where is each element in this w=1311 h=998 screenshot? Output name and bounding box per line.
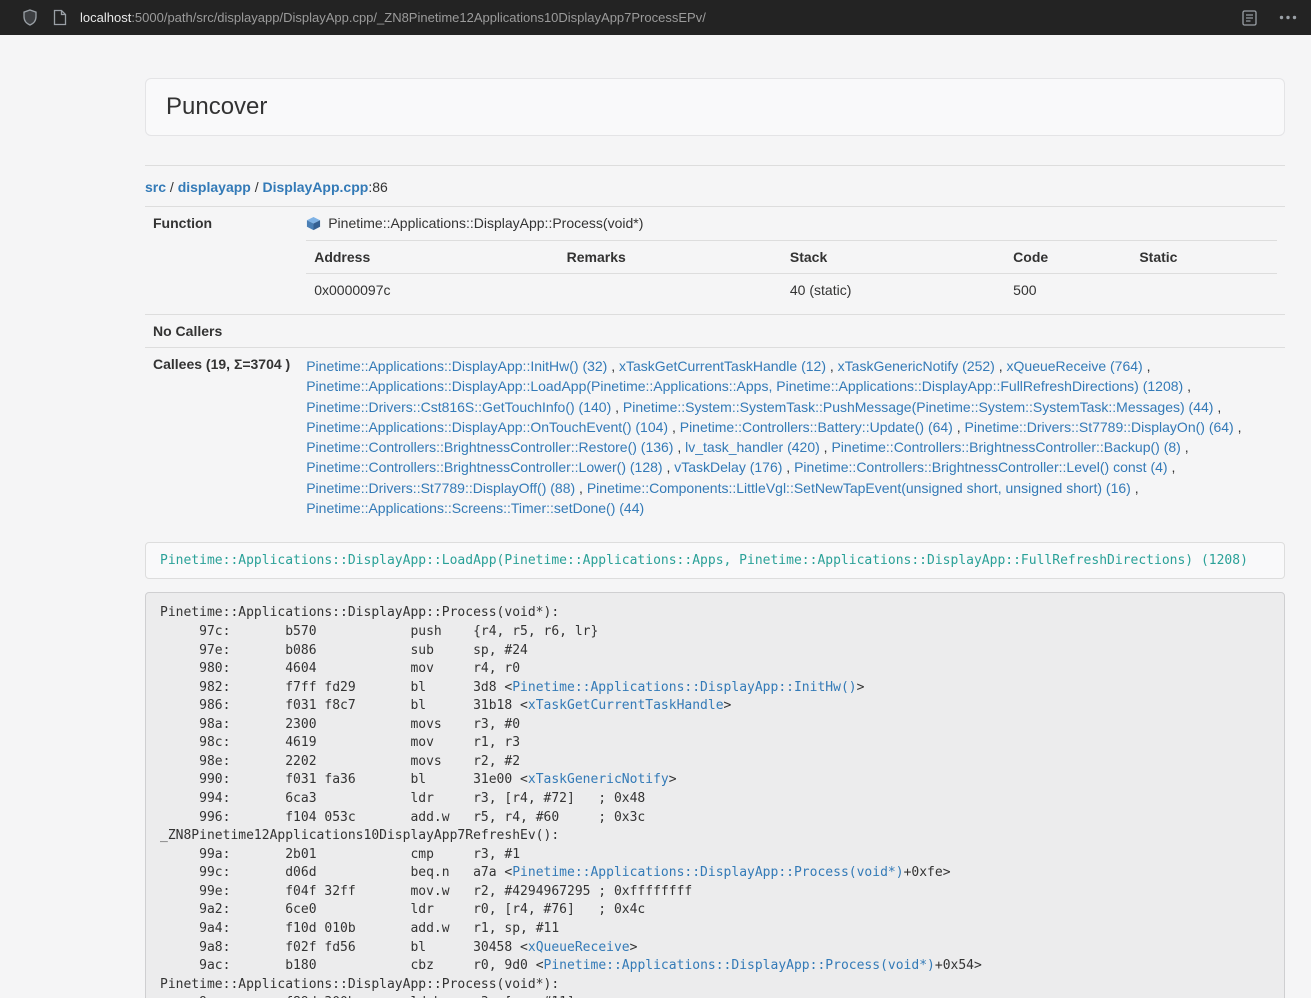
no-callers-row: No Callers xyxy=(145,315,1285,348)
stats-column-header: Static xyxy=(1131,241,1277,274)
function-row-cell: Pinetime::Applications::DisplayApp::Proc… xyxy=(298,207,1285,315)
callee-link[interactable]: Pinetime::Applications::Screens::Timer::… xyxy=(306,500,644,516)
stats-column-header: Code xyxy=(1005,241,1131,274)
callee-link[interactable]: Pinetime::Controllers::BrightnessControl… xyxy=(306,439,673,455)
stats-value xyxy=(559,274,782,307)
callees-label: Callees (19, Σ=3704 ) xyxy=(145,348,298,527)
divider xyxy=(145,165,1285,166)
callee-link[interactable]: Pinetime::Controllers::BrightnessControl… xyxy=(831,439,1180,455)
callee-link[interactable]: Pinetime::Controllers::Battery::Update()… xyxy=(680,419,953,435)
function-name-line: Pinetime::Applications::DisplayApp::Proc… xyxy=(306,215,1277,231)
callee-link[interactable]: Pinetime::System::SystemTask::PushMessag… xyxy=(623,399,1214,415)
stats-value: 40 (static) xyxy=(782,274,1005,307)
page-title: Puncover xyxy=(166,93,1264,121)
callee-link[interactable]: xQueueReceive (764) xyxy=(1007,358,1143,374)
page-info-icon[interactable] xyxy=(53,9,67,26)
stats-table: AddressRemarksStackCodeStatic 0x0000097c… xyxy=(306,240,1277,306)
stats-column-header: Stack xyxy=(782,241,1005,274)
stats-value xyxy=(1131,274,1277,307)
code-symbol-link[interactable]: xTaskGetCurrentTaskHandle xyxy=(528,698,724,713)
code-symbol-link[interactable]: Pinetime::Applications::DisplayApp::Proc… xyxy=(544,958,935,973)
reader-mode-icon[interactable] xyxy=(1242,10,1257,26)
code-symbol-link[interactable]: Pinetime::Applications::DisplayApp::Proc… xyxy=(512,865,903,880)
callee-link[interactable]: Pinetime::Controllers::BrightnessControl… xyxy=(306,459,662,475)
function-row-label: Function xyxy=(145,207,298,315)
callee-link[interactable]: Pinetime::Drivers::Cst816S::GetTouchInfo… xyxy=(306,399,611,415)
callee-link[interactable]: vTaskDelay (176) xyxy=(674,459,782,475)
breadcrumb: src / displayapp / DisplayApp.cpp:86 xyxy=(145,179,1285,195)
shield-icon[interactable] xyxy=(22,9,38,26)
no-callers-cell xyxy=(298,315,1285,348)
stats-value-row: 0x0000097c 40 (static)500 xyxy=(306,274,1277,307)
function-table: Function Pinetime::Applications::Display… xyxy=(145,206,1285,526)
callees-row: Callees (19, Σ=3704 ) Pinetime::Applicat… xyxy=(145,348,1285,527)
stats-header-row: AddressRemarksStackCodeStatic xyxy=(306,241,1277,274)
stats-value: 0x0000097c xyxy=(306,274,558,307)
stats-column-header: Remarks xyxy=(559,241,782,274)
breadcrumb-link[interactable]: displayapp xyxy=(178,179,251,195)
breadcrumb-link[interactable]: src xyxy=(145,179,166,195)
code-symbol-link[interactable]: xTaskGenericNotify xyxy=(528,772,669,787)
no-callers-label: No Callers xyxy=(145,315,298,348)
callee-link[interactable]: xTaskGenericNotify (252) xyxy=(838,358,995,374)
stats-column-header: Address xyxy=(306,241,558,274)
code-symbol-link[interactable]: Pinetime::Applications::DisplayApp::Init… xyxy=(512,680,856,695)
callee-link[interactable]: Pinetime::Components::LittleVgl::SetNewT… xyxy=(587,480,1131,496)
callee-link[interactable]: Pinetime::Drivers::St7789::DisplayOff() … xyxy=(306,480,575,496)
page-title-box: Puncover xyxy=(145,78,1285,136)
callee-link[interactable]: lv_task_handler (420) xyxy=(685,439,820,455)
callee-link[interactable]: Pinetime::Controllers::BrightnessControl… xyxy=(794,459,1167,475)
function-row: Function Pinetime::Applications::Display… xyxy=(145,207,1285,315)
callee-link[interactable]: Pinetime::Applications::DisplayApp::Load… xyxy=(306,378,1183,394)
callee-link[interactable]: Pinetime::Applications::DisplayApp::Init… xyxy=(306,358,607,374)
code-symbol-link[interactable]: xQueueReceive xyxy=(528,940,630,955)
main-content: Puncover src / displayapp / DisplayApp.c… xyxy=(145,35,1285,998)
breadcrumb-link[interactable]: DisplayApp.cpp xyxy=(263,179,369,195)
url-host: localhost xyxy=(80,10,131,25)
selected-callee-box: Pinetime::Applications::DisplayApp::Load… xyxy=(145,542,1285,579)
callee-link[interactable]: Pinetime::Drivers::St7789::DisplayOn() (… xyxy=(965,419,1234,435)
callee-link[interactable]: xTaskGetCurrentTaskHandle (12) xyxy=(619,358,826,374)
function-name: Pinetime::Applications::DisplayApp::Proc… xyxy=(328,215,643,231)
url-bar[interactable]: localhost:5000/path/src/displayapp/Displ… xyxy=(80,10,1242,25)
callee-link[interactable]: Pinetime::Applications::DisplayApp::OnTo… xyxy=(306,419,668,435)
stats-value: 500 xyxy=(1005,274,1131,307)
url-path: :5000/path/src/displayapp/DisplayApp.cpp… xyxy=(131,10,706,25)
menu-dots-icon[interactable] xyxy=(1279,15,1297,20)
disassembly: Pinetime::Applications::DisplayApp::Proc… xyxy=(145,592,1285,998)
browser-toolbar: localhost:5000/path/src/displayapp/Displ… xyxy=(0,0,1311,35)
function-type-icon xyxy=(306,216,321,231)
callees-cell: Pinetime::Applications::DisplayApp::Init… xyxy=(298,348,1285,527)
